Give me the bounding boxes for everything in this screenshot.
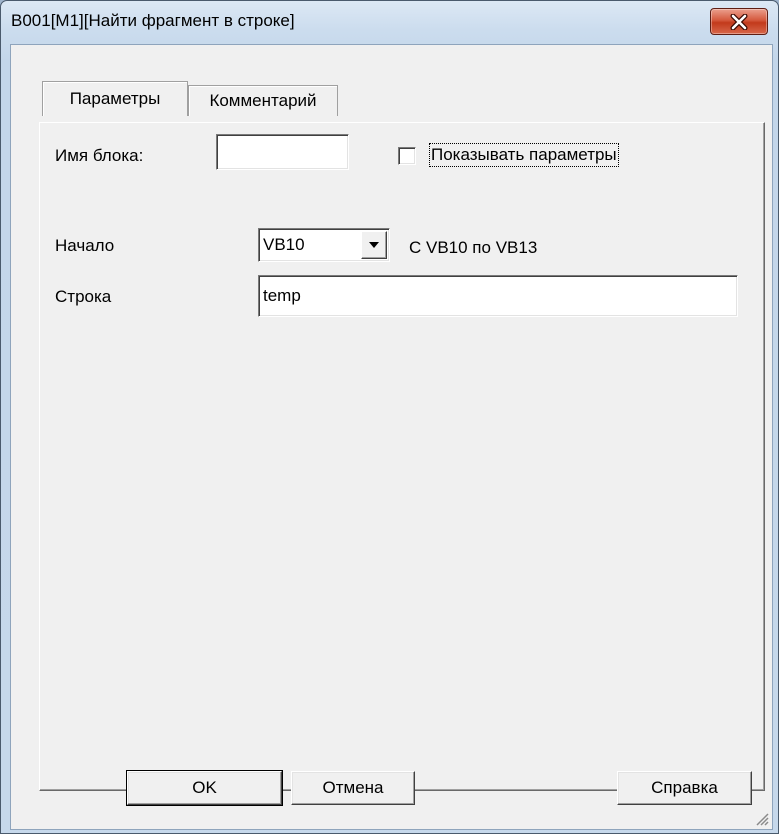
- start-label: Начало: [55, 236, 115, 255]
- string-label: Строка: [55, 287, 112, 306]
- close-icon: [730, 13, 748, 30]
- window-title: B001[M1][Найти фрагмент в строке]: [11, 11, 295, 30]
- tab-parameters[interactable]: Параметры: [42, 81, 188, 116]
- show-params-label[interactable]: Показывать параметры: [429, 143, 619, 167]
- tab-parameters-label: Параметры: [69, 89, 161, 108]
- show-params-checkbox[interactable]: [398, 147, 416, 165]
- string-input[interactable]: temp: [258, 275, 738, 317]
- start-dropdown-button[interactable]: [361, 231, 387, 259]
- dialog-window: B001[M1][Найти фрагмент в строке] Параме…: [0, 0, 779, 834]
- block-name-label: Имя блока:: [55, 146, 144, 165]
- ok-button[interactable]: OK: [126, 770, 283, 806]
- block-name-input[interactable]: [216, 134, 349, 170]
- cancel-button[interactable]: Отмена: [291, 771, 415, 805]
- tab-comment-label: Комментарий: [209, 91, 317, 110]
- tab-panel: [39, 122, 765, 791]
- close-button[interactable]: [710, 8, 768, 35]
- tab-comment[interactable]: Комментарий: [188, 85, 338, 116]
- dialog-client-area: Параметры Комментарий Имя блока: Показыв…: [10, 44, 773, 830]
- start-range-text: С VB10 по VB13: [409, 238, 538, 257]
- chevron-down-icon: [369, 242, 379, 248]
- help-button[interactable]: Справка: [617, 771, 752, 805]
- start-select-value: VB10: [263, 235, 305, 254]
- resize-grip-icon[interactable]: [753, 810, 769, 826]
